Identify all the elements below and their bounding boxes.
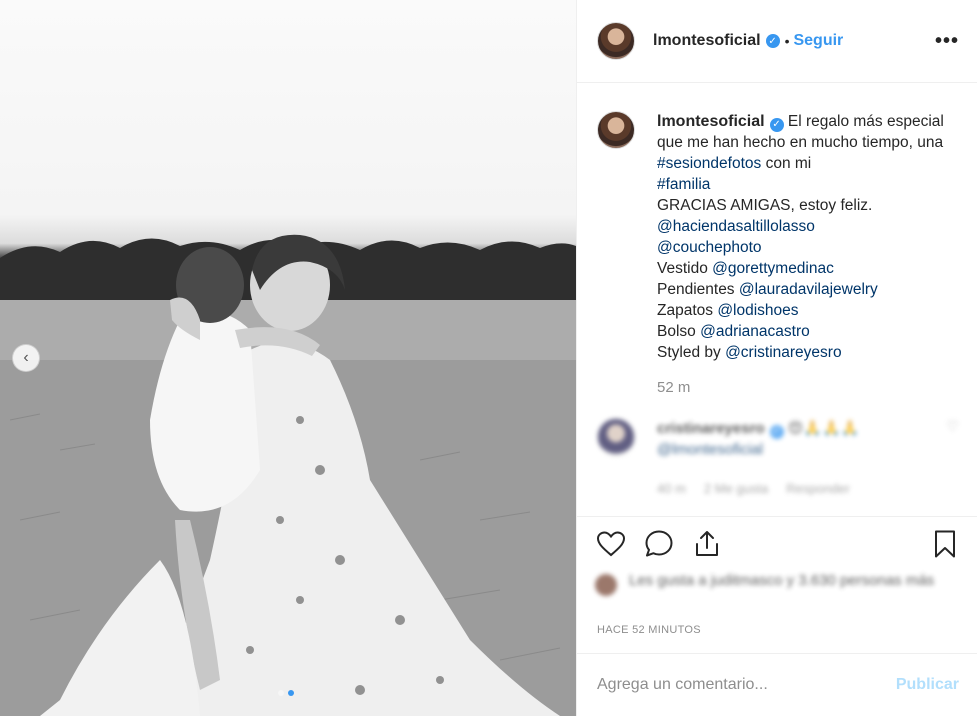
follow-button[interactable]: Seguir	[793, 32, 843, 50]
comment-body: cristinareyesro ✓ 😍🙏🙏🙏 @lmontesoficial 40…	[657, 418, 946, 499]
post-side-panel: lmontesoficial ✓ • Seguir ••• lmontesofi…	[576, 0, 977, 716]
post-photo[interactable]: ‹	[0, 0, 576, 716]
caption-timestamp[interactable]: 52 m	[657, 377, 957, 398]
author-avatar[interactable]	[597, 22, 635, 60]
mention-link[interactable]: @gorettymedinac	[712, 260, 834, 277]
mention-link[interactable]: @lauradavilajewelry	[739, 281, 878, 298]
photo-illustration	[0, 234, 576, 716]
comments-section[interactable]: lmontesoficial ✓ El regalo más especial q…	[577, 84, 977, 516]
post-actions	[577, 516, 977, 570]
comment-likes[interactable]: 2 Me gusta	[704, 478, 768, 499]
verified-badge-icon: ✓	[769, 424, 784, 439]
carousel-dot-active	[288, 690, 294, 696]
separator-bullet: •	[784, 33, 790, 49]
carousel-prev-button[interactable]: ‹	[12, 344, 40, 372]
liker-avatar	[595, 574, 617, 596]
mention-link[interactable]: @adrianacastro	[700, 323, 810, 340]
mention-link[interactable]: @lodishoes	[717, 302, 798, 319]
caption-label: Pendientes	[657, 281, 739, 298]
caption-label: Bolso	[657, 323, 701, 340]
chevron-left-icon: ‹	[23, 349, 29, 366]
author-username[interactable]: lmontesoficial	[653, 32, 761, 50]
comment-time[interactable]: 40 m	[657, 478, 686, 499]
mention-link[interactable]: @lmontesoficial	[657, 441, 763, 458]
comment-input[interactable]	[597, 676, 896, 694]
likes-text[interactable]: Les gusta a juditmasco y 3.630 personas …	[629, 570, 934, 591]
hashtag-link[interactable]: #sesiondefotos	[657, 155, 761, 172]
mention-link[interactable]: @cristinareyesro	[725, 344, 842, 361]
more-options-button[interactable]: •••	[935, 30, 959, 53]
carousel-dots	[278, 690, 294, 696]
heart-icon[interactable]	[595, 528, 627, 560]
caption-label: Zapatos	[657, 302, 718, 319]
caption-username[interactable]: lmontesoficial	[657, 113, 765, 130]
commenter-avatar[interactable]	[597, 418, 635, 456]
caption-author-avatar[interactable]	[597, 111, 635, 149]
caption-label: Styled by	[657, 344, 726, 361]
add-comment-bar: Publicar	[577, 653, 977, 716]
comment-reply-button[interactable]: Responder	[786, 478, 850, 499]
carousel-dot	[278, 690, 284, 696]
verified-badge-icon: ✓	[769, 117, 784, 132]
caption-text-part: con mi	[761, 155, 812, 172]
comment-meta: 40 m 2 Me gusta Responder	[657, 478, 946, 499]
commenter-username[interactable]: cristinareyesro	[657, 420, 765, 437]
caption-label: Vestido	[657, 260, 713, 277]
hashtag-link[interactable]: #familia	[657, 176, 710, 193]
verified-badge-icon: ✓	[765, 34, 780, 48]
post-header: lmontesoficial ✓ • Seguir •••	[577, 0, 977, 83]
post-caption: lmontesoficial ✓ El regalo más especial q…	[577, 84, 977, 398]
mention-link[interactable]: @haciendasaltillolasso	[657, 218, 815, 235]
mention-link[interactable]: @couchephoto	[657, 239, 762, 256]
share-icon[interactable]	[691, 528, 723, 560]
comment-item: cristinareyesro ✓ 😍🙏🙏🙏 @lmontesoficial 40…	[577, 398, 977, 499]
caption-line: GRACIAS AMIGAS, estoy feliz.	[657, 197, 873, 214]
post-time-ago[interactable]: HACE 52 MINUTOS	[597, 624, 701, 636]
comment-bubble-icon[interactable]	[643, 528, 675, 560]
publish-button[interactable]: Publicar	[896, 676, 959, 694]
bookmark-icon[interactable]	[929, 528, 961, 560]
likes-summary[interactable]: Les gusta a juditmasco y 3.630 personas …	[595, 570, 934, 596]
comment-emojis: 😍🙏🙏🙏	[787, 420, 860, 437]
caption-text: lmontesoficial ✓ El regalo más especial q…	[657, 111, 957, 398]
comment-like-heart-icon[interactable]: ♡	[946, 418, 959, 499]
